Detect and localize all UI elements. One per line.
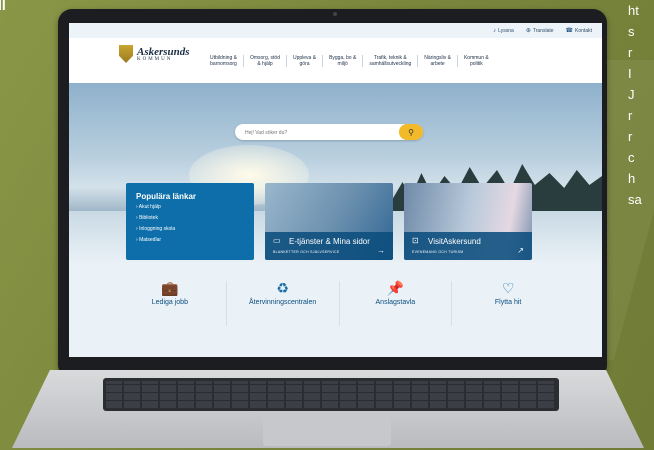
recycle-icon: ♻ xyxy=(276,280,289,296)
main-nav: Utbildning & barnomsorg Omsorg, stöd & h… xyxy=(204,55,495,67)
camera xyxy=(333,12,337,16)
translate-link[interactable]: ⊕ Translate xyxy=(525,27,554,35)
logo-name: Askersunds xyxy=(137,45,190,58)
keyboard xyxy=(103,378,559,411)
search-icon: ⚲ xyxy=(408,127,414,137)
pin-icon: 📌 xyxy=(386,280,405,296)
lyssna-icon: ♪ xyxy=(493,27,497,34)
etjanster-card[interactable]: ▭ E-tjänster & Mina sidor BLANKETTER OCH… xyxy=(265,183,393,260)
external-link-icon: ↗ xyxy=(517,246,524,255)
heart-icon: ♡ xyxy=(501,280,515,296)
trackpad xyxy=(263,416,391,446)
popular-links-title: Populära länkar xyxy=(136,192,197,201)
nav-naringsliv[interactable]: Näringsliv & arbete xyxy=(417,55,457,67)
quick-link-label: Lediga jobb xyxy=(151,299,188,306)
arrow-right-icon: → xyxy=(377,246,385,255)
quick-link-flytta-hit[interactable]: ♡ Flytta hit xyxy=(452,281,564,326)
monitor-icon: ▭ xyxy=(273,236,281,245)
card-subtitle: EVENEMANG OCH TURISM xyxy=(412,250,464,254)
quick-link-label: Återvinningscentralen xyxy=(248,299,317,306)
quick-link-label: Anslagstavla xyxy=(375,299,416,306)
visitaskersund-card[interactable]: ⊡ VisitAskersund EVENEMANG OCH TURISM ↗ xyxy=(404,183,532,260)
site-header: Askersunds KOMMUN Utbildning & barnomsor… xyxy=(69,38,602,84)
popular-link[interactable]: Akut hjälp xyxy=(136,204,254,210)
phone-icon: ☎ xyxy=(565,28,574,34)
popular-link[interactable]: Inloggning skola xyxy=(136,226,254,232)
quick-link-label: Flytta hit xyxy=(494,299,522,306)
popular-link[interactable]: Bibliotek xyxy=(136,215,254,221)
card-overlay: ⊡ VisitAskersund EVENEMANG OCH TURISM ↗ xyxy=(404,232,532,260)
quick-link-lediga-jobb[interactable]: 💼 Lediga jobb xyxy=(114,281,227,326)
utility-bar: ♪ Lyssna ⊕ Translate ☎ Kontakt xyxy=(69,23,602,38)
search-button[interactable]: ⚲ xyxy=(399,124,423,140)
quick-link-anslagstavla[interactable]: 📌 Anslagstavla xyxy=(340,281,453,326)
side-text-left: ll xyxy=(0,0,6,13)
popular-links-card: Populära länkar Akut hjälp Bibliotek Inl… xyxy=(126,183,254,260)
lyssna-link[interactable]: ♪ Lyssna xyxy=(493,28,514,34)
card-subtitle: BLANKETTER OCH SJÄLVSERVICE xyxy=(273,250,340,254)
laptop-screen: ♪ Lyssna ⊕ Translate ☎ Kontakt Askersunds K… xyxy=(69,23,602,357)
quick-links: 💼 Lediga jobb ♻ Återvinningscentralen 📌 … xyxy=(114,281,564,326)
nav-uppleva[interactable]: Uppleva & göra xyxy=(285,55,322,67)
quick-link-atervinning[interactable]: ♻ Återvinningscentralen xyxy=(227,281,340,326)
nav-omsorg[interactable]: Omsorg, stöd & hjälp xyxy=(242,55,286,67)
nav-utbildning[interactable]: Utbildning & barnomsorg xyxy=(204,55,243,67)
suitcase-icon: ⊡ xyxy=(412,236,419,245)
nav-trafik[interactable]: Trafik, teknik & samhällsutveckling xyxy=(362,55,417,67)
card-title: E-tjänster & Mina sidor xyxy=(289,237,370,246)
nav-kommun[interactable]: Kommun & politik xyxy=(456,55,495,67)
kontakt-link[interactable]: ☎ Kontakt xyxy=(565,27,592,35)
popular-links-list: Akut hjälp Bibliotek Inloggning skola Ma… xyxy=(126,204,254,243)
card-overlay: ▭ E-tjänster & Mina sidor BLANKETTER OCH… xyxy=(265,232,393,260)
card-title: VisitAskersund xyxy=(428,237,481,246)
briefcase-icon: 💼 xyxy=(161,280,179,296)
side-text-right: ht s r I J r r c h sa xyxy=(628,3,642,207)
globe-icon: ⊕ xyxy=(525,28,531,34)
search-input[interactable] xyxy=(243,127,397,139)
site-logo[interactable]: Askersunds KOMMUN xyxy=(119,45,190,63)
coat-of-arms-icon xyxy=(119,45,133,63)
popular-link[interactable]: Matsedlar xyxy=(136,237,254,243)
nav-bygga[interactable]: Bygga, bo & miljö xyxy=(322,55,362,67)
search-bar: ⚲ xyxy=(235,124,423,140)
